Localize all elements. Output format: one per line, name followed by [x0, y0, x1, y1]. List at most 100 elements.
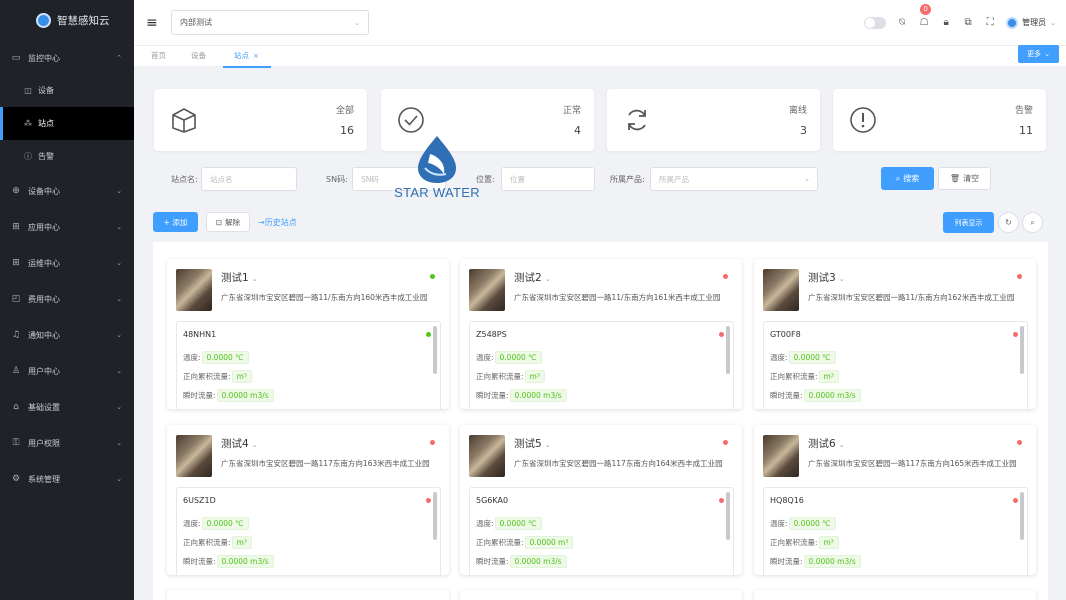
- site-card[interactable]: 测试6 ⌄ 广东省深圳市宝安区碧园一路117东南方向165米西丰成工业园 HQ8Q…: [754, 425, 1036, 575]
- metric-value: 0.0000 m³: [524, 536, 574, 549]
- site-name[interactable]: 测试5 ⌄: [514, 436, 551, 451]
- instant-flow-row: 瞬时流量: 0.0000 m3/s: [183, 389, 274, 402]
- sidebar-item-user-center[interactable]: ♙ 用户中心 ⌄: [0, 353, 134, 389]
- list-view-button[interactable]: 列表显示: [943, 212, 994, 233]
- sensor-sn: 6USZ1D: [183, 496, 216, 505]
- more-button[interactable]: 更多 ⌄: [1018, 45, 1059, 63]
- tab-device[interactable]: 设备: [191, 50, 206, 61]
- project-select[interactable]: 内部测试 ⌄: [171, 10, 369, 35]
- flow-row: 正向累积流量: m³: [183, 536, 252, 549]
- tab-site[interactable]: 站点 ×: [223, 50, 271, 68]
- input-placeholder: SN码: [361, 174, 379, 184]
- sidebar-item-notify-center[interactable]: ♫ 通知中心 ⌄: [0, 317, 134, 353]
- temperature-row: 温度: 0.0000 ℃: [770, 517, 836, 530]
- instant-flow-row: 瞬时流量: 0.0000 m3/s: [183, 555, 274, 568]
- sidebar-subitem-site[interactable]: ⁂ 站点: [0, 107, 134, 140]
- sidebar-item-app-center[interactable]: ⊞ 应用中心 ⌄: [0, 209, 134, 245]
- history-sites-link[interactable]: →历史站点: [258, 217, 297, 228]
- sensor-panel: Z548PS 温度: 0.0000 ℃ 正向累积流量: m³ 瞬时流量: 0.0000…: [469, 321, 734, 409]
- metric-label: 瞬时流量:: [476, 391, 509, 400]
- scrollbar[interactable]: [433, 326, 437, 374]
- chevron-down-icon: ⌄: [116, 439, 122, 447]
- site-name[interactable]: 测试2 ⌄: [514, 270, 551, 285]
- search-button[interactable]: ⌕ 搜索: [881, 167, 934, 190]
- location-input[interactable]: 位置: [501, 167, 595, 191]
- bell-off-icon[interactable]: ⍉: [896, 17, 908, 28]
- sidebar-item-fee-center[interactable]: ◰ 费用中心 ⌄: [0, 281, 134, 317]
- flow-row: 正向累积流量: m³: [770, 370, 839, 383]
- sidebar-subitem-label: 站点: [38, 119, 54, 128]
- scrollbar[interactable]: [433, 492, 437, 540]
- refresh-button[interactable]: ↻: [998, 212, 1019, 233]
- user-menu[interactable]: 管理员 ⌄: [1006, 16, 1056, 29]
- sensor-sn: GT00F8: [770, 330, 801, 339]
- close-icon[interactable]: ×: [253, 52, 259, 60]
- search-toggle-button[interactable]: ⌕: [1022, 212, 1043, 233]
- stat-card-all[interactable]: 全部 16: [154, 89, 367, 151]
- site-name[interactable]: 测试3 ⌄: [808, 270, 845, 285]
- chevron-down-icon: ⌄: [251, 441, 258, 449]
- sidebar-subitem-alert[interactable]: ⓘ 告警: [0, 140, 134, 173]
- site-card[interactable]: 测试4 ⌄ 广东省深圳市宝安区碧园一路117东南方向163米西丰成工业园 6USZ…: [167, 425, 449, 575]
- site-address: 广东省深圳市宝安区碧园一路117东南方向163米西丰成工业园: [221, 459, 430, 468]
- sidebar-item-monitor[interactable]: ▭ 监控中心 ⌃: [0, 40, 134, 76]
- metric-value: m³: [818, 536, 839, 549]
- metric-value: 0.0000 ℃: [494, 351, 542, 364]
- site-card[interactable]: [167, 590, 449, 600]
- site-name-input[interactable]: 站点名: [201, 167, 297, 191]
- theme-toggle[interactable]: [864, 16, 887, 29]
- stat-card-alarm[interactable]: 告警 11: [833, 89, 1046, 151]
- site-card[interactable]: [460, 590, 742, 600]
- tab-home[interactable]: 首页: [151, 50, 166, 61]
- app-root: 智慧感知云 ▭ 监控中心 ⌃ ◫ 设备 ⁂ 站点 ⓘ 告警 ⊕ 设备中心 ⌄ ⊞…: [0, 0, 1066, 600]
- site-name[interactable]: 测试4 ⌄: [221, 436, 258, 451]
- add-button[interactable]: + 添加: [153, 212, 198, 232]
- site-card[interactable]: 测试2 ⌄ 广东省深圳市宝安区碧园一路11/东南方向161米西丰成工业园 Z548…: [460, 259, 742, 409]
- metric-value: 0.0000 ℃: [201, 351, 249, 364]
- sidebar-subitem-device[interactable]: ◫ 设备: [0, 74, 134, 107]
- stat-card-offline[interactable]: 离线 3: [607, 89, 820, 151]
- monitor-icon: ▭: [11, 53, 21, 63]
- scrollbar[interactable]: [1020, 492, 1024, 540]
- sidebar-item-system[interactable]: ⚙ 系统管理 ⌄: [0, 461, 134, 497]
- site-card[interactable]: [754, 590, 1036, 600]
- clear-button[interactable]: 🗑︎ 清空: [938, 167, 991, 190]
- metric-label: 瞬时流量:: [183, 557, 216, 566]
- app-name: 智慧感知云: [57, 14, 110, 27]
- site-address: 广东省深圳市宝安区碧园一路117东南方向164米西丰成工业园: [514, 459, 723, 468]
- product-select[interactable]: 所属产品 ⌄: [650, 167, 818, 191]
- chevron-down-icon: ⌄: [804, 175, 810, 183]
- site-card[interactable]: 测试3 ⌄ 广东省深圳市宝安区碧园一路11/东南方向162米西丰成工业园 GT00…: [754, 259, 1036, 409]
- chevron-down-icon: ⌄: [354, 18, 360, 27]
- brand[interactable]: 智慧感知云: [0, 0, 134, 40]
- sidebar-item-ops-center[interactable]: ⊞ 运维中心 ⌄: [0, 245, 134, 281]
- sidebar-item-user-permission[interactable]: ⚿ 用户权限 ⌄: [0, 425, 134, 461]
- notification-icon[interactable]: ☖ 0: [918, 4, 932, 28]
- chevron-down-icon: ⌄: [116, 367, 122, 375]
- site-status-dot: [430, 440, 435, 445]
- metric-value: 0.0000 ℃: [494, 517, 542, 530]
- sensor-status-dot: [426, 332, 431, 337]
- fullscreen-icon[interactable]: ⛶: [984, 17, 996, 28]
- unbind-button[interactable]: ⊡ 解除: [206, 212, 250, 232]
- sensor-sn: 5G6KA0: [476, 496, 509, 505]
- scrollbar[interactable]: [1020, 326, 1024, 374]
- chevron-down-icon: ⌄: [116, 475, 122, 483]
- site-status-dot: [430, 274, 435, 279]
- site-card[interactable]: 测试1 ⌄ 广东省深圳市宝安区碧园一路11/东南方向160米西丰成工业园 48NH…: [167, 259, 449, 409]
- scrollbar[interactable]: [726, 326, 730, 374]
- translate-icon[interactable]: ⧉: [962, 17, 974, 28]
- instant-flow-row: 瞬时流量: 0.0000 m3/s: [770, 389, 861, 402]
- menu-toggle-icon[interactable]: ≡: [146, 15, 160, 31]
- sidebar-item-basic-settings[interactable]: ⌂ 基础设置 ⌄: [0, 389, 134, 425]
- sidebar-item-device-center[interactable]: ⊕ 设备中心 ⌄: [0, 173, 134, 209]
- site-card[interactable]: 测试5 ⌄ 广东省深圳市宝安区碧园一路117东南方向164米西丰成工业园 5G6K…: [460, 425, 742, 575]
- site-name[interactable]: 测试6 ⌄: [808, 436, 845, 451]
- metric-label: 正向累积流量:: [770, 538, 818, 547]
- stat-label: 全部: [335, 106, 354, 116]
- site-name[interactable]: 测试1 ⌄: [221, 270, 258, 285]
- lock-icon[interactable]: 🔒︎: [940, 17, 952, 28]
- scrollbar[interactable]: [726, 492, 730, 540]
- refresh-icon: ↻: [1005, 218, 1012, 227]
- flow-row: 正向累积流量: m³: [183, 370, 252, 383]
